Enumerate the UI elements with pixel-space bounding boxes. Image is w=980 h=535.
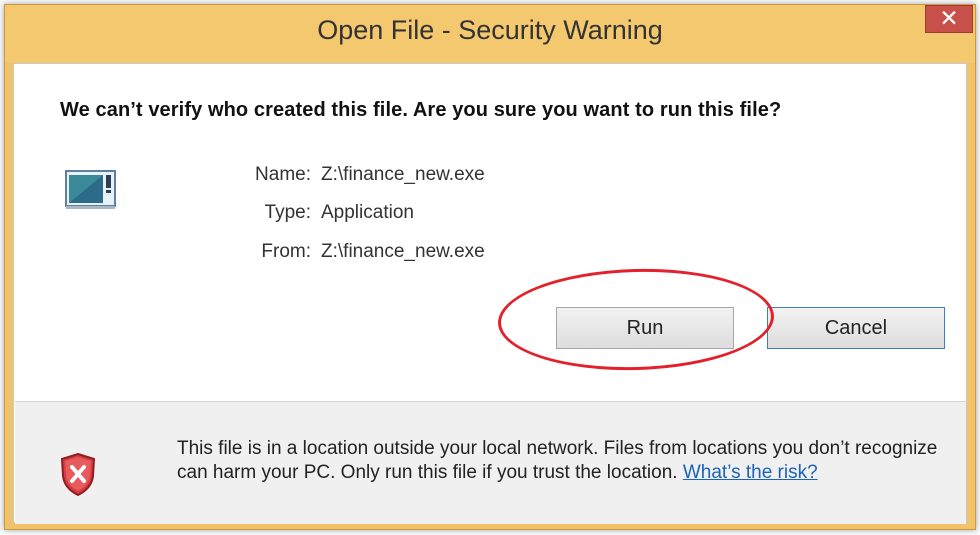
warning-message-text: This file is in a location outside your … [177,438,938,483]
type-label: Type: [264,202,311,223]
shield-warning-icon [60,453,96,496]
from-label: From: [261,241,311,262]
run-button-highlight-ellipse [496,265,776,374]
close-button[interactable]: ✕ [925,5,973,33]
location-warning-message: This file is in a location outside your … [177,437,967,485]
name-value: Z:\finance_new.exe [321,164,485,185]
dialog-content: We can’t verify who created this file. A… [13,63,967,524]
cancel-button[interactable]: Cancel [767,307,945,349]
security-warning-window: Open File - Security Warning ✕ We can’t … [4,4,976,530]
from-value: Z:\finance_new.exe [321,241,485,262]
risk-link[interactable]: What’s the risk? [683,462,818,483]
application-icon [65,170,116,209]
title-bar[interactable]: Open File - Security Warning ✕ [5,5,975,63]
type-value: Application [321,202,414,223]
verification-question: We can’t verify who created this file. A… [60,99,782,121]
warning-footer: This file is in a location outside your … [15,401,966,524]
name-label: Name: [255,164,311,185]
window-title: Open File - Security Warning [317,15,663,45]
